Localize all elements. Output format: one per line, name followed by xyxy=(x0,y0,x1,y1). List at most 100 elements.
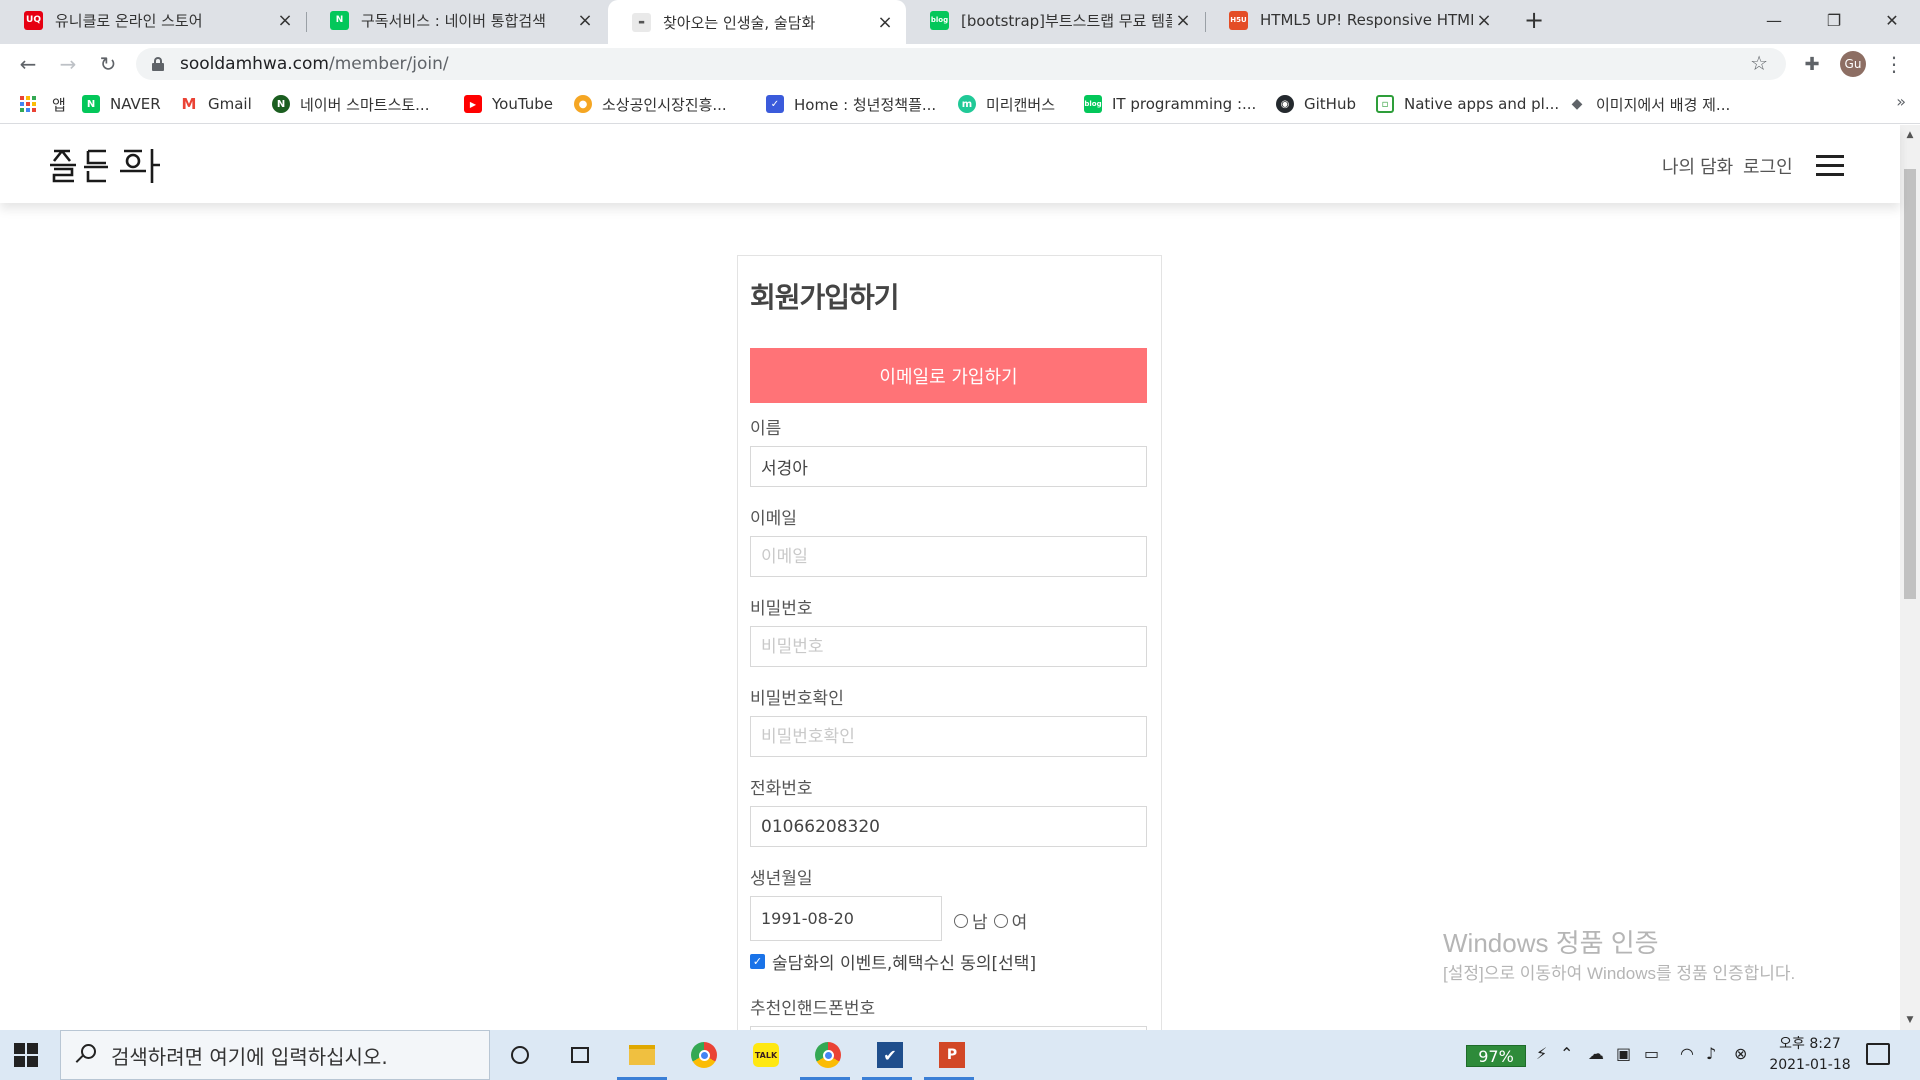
html5up-icon: H5U xyxy=(1229,10,1248,30)
page-scrollbar[interactable]: ▲ ▼ xyxy=(1900,125,1920,1030)
restore-icon[interactable]: ❐ xyxy=(1808,0,1860,40)
bookmark-label: 앱 xyxy=(52,95,66,114)
tab-html5up[interactable]: H5U HTML5 UP! Responsive HTML5 × xyxy=(1205,0,1505,40)
birth-label: 생년월일 xyxy=(750,869,813,889)
birthdate-field[interactable] xyxy=(750,896,942,941)
extensions-puzzle-icon[interactable]: ✚ xyxy=(1800,52,1824,76)
remove-bg-icon: ◆ xyxy=(1568,95,1586,113)
close-icon[interactable]: × xyxy=(1172,9,1194,31)
join-form-card: 회원가입하기 이메일로 가입하기 이름 이메일 비밀번호 비밀번호확인 전화번호… xyxy=(737,255,1162,1030)
windows-start-icon[interactable] xyxy=(14,1043,38,1067)
plug-icon[interactable]: ⚡ xyxy=(1536,1044,1547,1063)
bookmark-github[interactable]: ◉ GitHub xyxy=(1276,94,1356,114)
bookmark-youtube[interactable]: ▶ YouTube xyxy=(464,94,553,114)
name-label: 이름 xyxy=(750,419,782,439)
email-field[interactable] xyxy=(750,536,1147,577)
url-text[interactable]: sooldamhwa.com/member/join/ xyxy=(180,54,449,74)
clock-time: 오후 8:27 xyxy=(1779,1036,1841,1052)
bookmark-it-programming[interactable]: blog IT programming :... xyxy=(1084,94,1256,114)
uniqlo-icon: UQ xyxy=(24,10,43,30)
profile-avatar[interactable]: Gu xyxy=(1840,51,1866,77)
smartstore-icon: N xyxy=(272,95,290,113)
close-icon[interactable]: × xyxy=(1473,9,1495,31)
volume-icon[interactable]: ♪ xyxy=(1706,1044,1716,1063)
consent-checkbox[interactable]: ✓ xyxy=(750,954,765,969)
chevron-up-icon[interactable]: ⌃ xyxy=(1560,1044,1573,1063)
bookmark-label: 이미지에서 배경 제... xyxy=(1596,95,1731,114)
scrollbar-thumb[interactable] xyxy=(1904,169,1916,599)
gender-male-label: 남 xyxy=(972,913,988,933)
bookmark-semas[interactable]: ● 소상공인시장진흥... xyxy=(574,94,727,114)
sooldamhwa-logo[interactable] xyxy=(48,147,168,185)
email-join-button[interactable]: 이메일로 가입하기 xyxy=(750,348,1147,403)
new-tab-icon[interactable]: + xyxy=(1520,6,1548,34)
marketing-consent[interactable]: ✓ 술담화의 이벤트,혜택수신 동의[선택] xyxy=(750,949,1036,974)
cortana-icon[interactable] xyxy=(504,1039,536,1071)
close-icon[interactable]: × xyxy=(274,9,296,31)
nav-my-damhwa[interactable]: 나의 담화 xyxy=(1662,153,1733,179)
ime-icon[interactable]: ⊗ xyxy=(1734,1044,1747,1063)
tab-naver-search[interactable]: N 구독서비스 : 네이버 통합검색 × xyxy=(306,0,606,40)
bookmark-remove-bg[interactable]: ◆ 이미지에서 배경 제... xyxy=(1568,94,1730,114)
bookmark-native-apps[interactable]: ▫ Native apps and pl... xyxy=(1376,94,1559,114)
bookmark-miricanvas[interactable]: m 미리캔버스 xyxy=(958,94,1055,114)
bookmark-label: Home : 청년정책플... xyxy=(794,95,937,114)
password-confirm-field[interactable] xyxy=(750,716,1147,757)
bookmark-label: IT programming :... xyxy=(1112,95,1257,113)
hamburger-menu-icon[interactable] xyxy=(1816,155,1844,177)
notification-center-icon[interactable] xyxy=(1866,1043,1890,1065)
battery-indicator[interactable]: 97% xyxy=(1466,1045,1526,1067)
url-domain: sooldamhwa.com xyxy=(180,54,329,74)
tray-app-icon[interactable]: ▣ xyxy=(1616,1044,1631,1063)
bookmark-youth-policy[interactable]: ✓ Home : 청년정책플... xyxy=(766,94,936,114)
gender-male-radio[interactable] xyxy=(954,913,968,928)
bookmark-smartstore[interactable]: N 네이버 스마트스토... xyxy=(272,94,429,114)
tab-uniqlo[interactable]: UQ 유니클로 온라인 스토어 × xyxy=(0,0,306,40)
window-close-icon[interactable]: ✕ xyxy=(1866,0,1918,40)
reload-icon[interactable]: ↻ xyxy=(94,50,122,78)
scroll-down-icon[interactable]: ▼ xyxy=(1900,1012,1920,1028)
bookmark-label: 소상공인시장진흥... xyxy=(602,95,727,114)
bookmark-apps[interactable]: 앱 xyxy=(20,94,66,114)
wifi-icon[interactable]: ◠ xyxy=(1680,1044,1694,1063)
bookmark-gmail[interactable]: M Gmail xyxy=(180,94,252,114)
powerpoint-icon[interactable]: P xyxy=(936,1039,968,1071)
bookmark-naver[interactable]: N NAVER xyxy=(82,94,161,114)
tab-title: 구독서비스 : 네이버 통합검색 xyxy=(361,11,546,30)
scroll-up-icon[interactable]: ▲ xyxy=(1900,127,1920,143)
system-clock[interactable]: 오후 8:27 2021-01-18 xyxy=(1760,1034,1860,1076)
name-field[interactable] xyxy=(750,446,1147,487)
tab-bootstrap-blog[interactable]: blog [bootstrap]부트스트랩 무료 템플 × xyxy=(906,0,1204,40)
nav-login[interactable]: 로그인 xyxy=(1743,153,1793,179)
gender-female-label: 여 xyxy=(1011,913,1028,933)
address-bar[interactable]: sooldamhwa.com/member/join/ ☆ xyxy=(136,48,1786,80)
page-viewport: 나의 담화 로그인 회원가입하기 이메일로 가입하기 이름 이메일 비밀번호 비… xyxy=(0,125,1920,1030)
bookmark-label: NAVER xyxy=(110,95,161,113)
file-explorer-icon[interactable] xyxy=(626,1039,658,1071)
close-icon[interactable]: × xyxy=(574,9,596,31)
tab-title: [bootstrap]부트스트랩 무료 템플 xyxy=(961,11,1172,30)
consent-label: 술담화의 이벤트,혜택수신 동의[선택] xyxy=(772,954,1037,974)
minimize-icon[interactable]: — xyxy=(1748,0,1800,40)
tab-sooldamhwa[interactable]: ▬ 찾아오는 인생술, 술담화 × xyxy=(608,0,906,44)
gender-female-radio[interactable] xyxy=(993,913,1008,928)
bookmark-label: 네이버 스마트스토... xyxy=(300,95,430,114)
forward-arrow-icon[interactable]: → xyxy=(54,50,82,78)
close-icon[interactable]: × xyxy=(874,11,896,33)
phone-field[interactable] xyxy=(750,806,1147,847)
task-view-icon[interactable] xyxy=(564,1039,596,1071)
lock-icon[interactable] xyxy=(150,56,166,72)
taskbar-search-box[interactable]: 검색하려면 여기에 입력하십시오. xyxy=(60,1030,490,1080)
back-arrow-icon[interactable]: ← xyxy=(14,50,42,78)
vscode-icon[interactable]: ✔ xyxy=(874,1039,906,1071)
onedrive-icon[interactable]: ☁ xyxy=(1588,1044,1604,1063)
browser-menu-icon[interactable]: ⋮ xyxy=(1884,50,1904,78)
chrome-icon[interactable] xyxy=(812,1039,844,1071)
battery-icon[interactable]: ▭ xyxy=(1644,1044,1659,1063)
bookmarks-overflow-icon[interactable]: » xyxy=(1896,92,1906,111)
bookmark-star-icon[interactable]: ☆ xyxy=(1750,51,1768,75)
blog-icon: blog xyxy=(1084,95,1102,113)
kakaotalk-icon[interactable]: TALK xyxy=(750,1039,782,1071)
chrome-icon[interactable] xyxy=(688,1039,720,1071)
password-field[interactable] xyxy=(750,626,1147,667)
